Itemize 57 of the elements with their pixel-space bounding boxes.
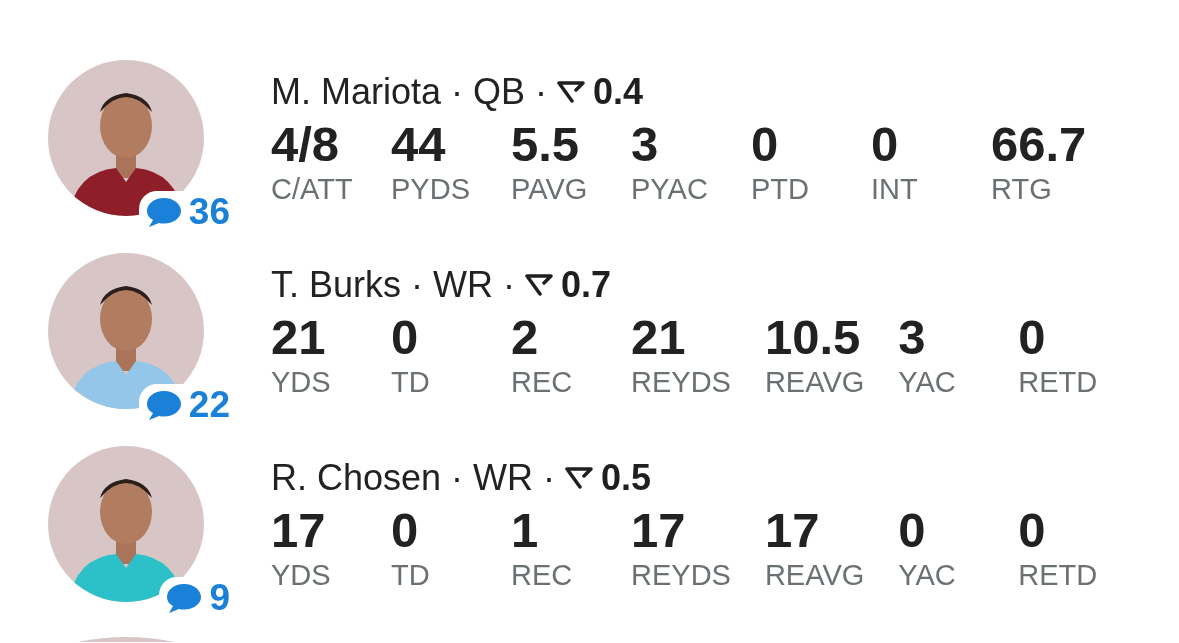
stat-label: REAVG (764, 558, 865, 592)
stat-label: RETD (1018, 365, 1099, 399)
comment-count-badge[interactable]: 36 (138, 191, 232, 230)
stat-label: PYAC (631, 172, 709, 206)
stat-label: RTG (991, 172, 1053, 206)
stat-value: 44 (391, 116, 447, 172)
stat-value: 10.5 (764, 309, 862, 365)
speech-bubble-icon (144, 388, 183, 421)
stat-label: PTD (751, 172, 810, 206)
stat-value: 17 (271, 502, 327, 558)
stat-value: 4/8 (271, 116, 341, 172)
wedge-icon (557, 80, 586, 104)
speech-bubble-icon (165, 581, 204, 614)
stat-label: REAVG (764, 365, 865, 399)
player-score: 0.5 (601, 458, 652, 498)
stat-label: C/ATT (271, 172, 354, 206)
comment-count-badge[interactable]: 9 (159, 577, 232, 616)
stat-label: YAC (898, 365, 957, 399)
stat-value: 1 (511, 502, 540, 558)
stat-value: 0 (871, 116, 900, 172)
stat-value: 2 (511, 309, 540, 365)
stat-label: RETD (1018, 558, 1099, 592)
stat-value: 0 (1018, 309, 1047, 365)
comment-count-badge[interactable]: 22 (138, 384, 232, 423)
stat-value: 3 (631, 116, 660, 172)
stat-value: 5.5 (511, 116, 581, 172)
speech-bubble-icon (144, 195, 183, 228)
stat-value: 3 (898, 309, 927, 365)
player-name[interactable]: R. Chosen · WR · (271, 458, 556, 498)
player-score: 0.7 (561, 265, 612, 305)
stat-value: 66.7 (991, 116, 1087, 172)
stat-label: REYDS (631, 558, 731, 592)
stat-label: REC (511, 558, 574, 592)
stat-value: 0 (898, 502, 927, 558)
stat-value: 0 (751, 116, 780, 172)
stat-label: YDS (271, 365, 332, 399)
wedge-icon (525, 273, 553, 297)
stat-value: 0 (391, 309, 420, 365)
stat-label: PAVG (511, 172, 589, 206)
stat-value: 17 (764, 502, 821, 558)
stat-label: PYDS (391, 172, 471, 206)
player-name[interactable]: T. Burks · WR · (271, 265, 515, 305)
stat-label: YDS (271, 558, 332, 592)
player-name[interactable]: M. Mariota · QB · (271, 72, 548, 112)
stat-label: REC (511, 365, 574, 399)
stat-value: 17 (631, 502, 687, 558)
stat-value: 21 (271, 309, 327, 365)
stat-label: TD (391, 365, 431, 399)
stat-value: 0 (1018, 502, 1047, 558)
stat-value: 21 (631, 309, 687, 365)
stat-label: REYDS (631, 365, 731, 399)
stat-value: 0 (391, 502, 420, 558)
wedge-icon (565, 466, 594, 490)
stat-label: YAC (898, 558, 957, 592)
stat-label: TD (391, 558, 431, 592)
stat-label: INT (871, 172, 919, 206)
player-score: 0.4 (593, 72, 644, 112)
